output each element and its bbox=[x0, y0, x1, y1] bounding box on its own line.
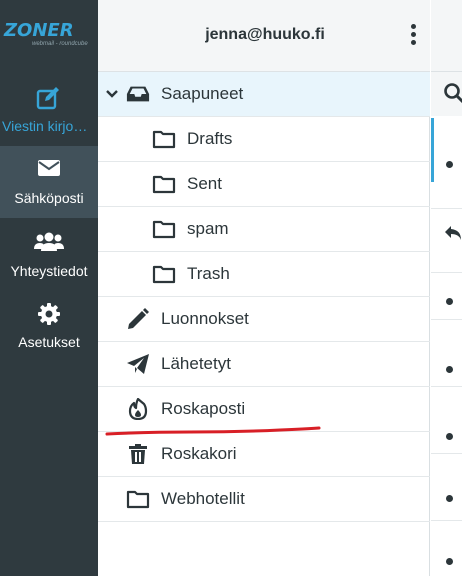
folder-spam[interactable]: spam bbox=[98, 207, 430, 252]
trash-icon bbox=[126, 443, 150, 465]
folder-panel: jenna@huuko.fi Saapuneet Drafts Sent spa… bbox=[98, 0, 430, 576]
message-item[interactable] bbox=[446, 433, 453, 440]
folder-label: Roskakori bbox=[161, 444, 237, 463]
divider bbox=[431, 272, 462, 273]
compose-icon bbox=[0, 86, 98, 110]
reply-icon[interactable] bbox=[443, 224, 462, 242]
folder-label: Webhotellit bbox=[161, 489, 245, 508]
folder-list: Saapuneet Drafts Sent spam Trash Luonnok… bbox=[98, 72, 430, 522]
nav-mail-button[interactable]: Sähköposti bbox=[0, 146, 98, 218]
folder-drafts[interactable]: Drafts bbox=[98, 117, 430, 162]
gear-icon bbox=[0, 302, 98, 326]
folder-icon bbox=[152, 218, 176, 240]
divider bbox=[431, 386, 462, 387]
folder-webhotels[interactable]: Webhotellit bbox=[98, 477, 430, 522]
folder-icon bbox=[152, 173, 176, 195]
folder-trash[interactable]: Roskakori bbox=[98, 432, 430, 477]
account-email: jenna@huuko.fi bbox=[205, 26, 325, 43]
divider bbox=[431, 208, 462, 209]
nav-contacts-button[interactable]: Yhteystiedot bbox=[0, 219, 98, 291]
folder-label: Trash bbox=[187, 264, 230, 283]
users-icon bbox=[0, 231, 98, 255]
folder-junk[interactable]: Roskaposti bbox=[98, 387, 430, 432]
message-item[interactable] bbox=[446, 495, 453, 502]
nav-settings-label: Asetukset bbox=[18, 334, 80, 350]
message-item[interactable] bbox=[446, 298, 453, 305]
nav-settings-button[interactable]: Asetukset bbox=[0, 290, 98, 362]
folder-icon bbox=[152, 263, 176, 285]
divider bbox=[431, 453, 462, 454]
folder-label: Lähetetyt bbox=[161, 354, 231, 373]
fire-icon bbox=[126, 398, 150, 420]
folder-label: Roskaposti bbox=[161, 399, 246, 418]
folder-icon bbox=[126, 488, 150, 510]
folder-inbox[interactable]: Saapuneet bbox=[98, 72, 430, 117]
message-list-panel bbox=[431, 0, 462, 576]
logo-subtitle: webmail - roundcube bbox=[32, 41, 88, 47]
logo[interactable]: ZONER webmail - roundcube bbox=[0, 0, 98, 72]
divider bbox=[431, 319, 462, 320]
folder-label: Luonnokset bbox=[161, 309, 249, 328]
folder-label: Drafts bbox=[187, 129, 233, 148]
message-item[interactable] bbox=[446, 558, 453, 565]
folder-trash-sub[interactable]: Trash bbox=[98, 252, 430, 297]
nav-compose-button[interactable]: Viestin kirjo… bbox=[0, 74, 98, 146]
folder-sent-fi[interactable]: Lähetetyt bbox=[98, 342, 430, 387]
folder-drafts-fi[interactable]: Luonnokset bbox=[98, 297, 430, 342]
folder-label: spam bbox=[187, 219, 229, 238]
chevron-down-icon[interactable] bbox=[105, 87, 119, 101]
kebab-menu-icon[interactable] bbox=[406, 24, 420, 48]
envelope-icon bbox=[0, 158, 98, 182]
divider bbox=[431, 520, 462, 521]
selected-message-indicator bbox=[431, 118, 434, 182]
search-bar[interactable] bbox=[431, 72, 462, 116]
pencil-icon bbox=[126, 308, 150, 330]
main-navigation: ZONER webmail - roundcube Viestin kirjo…… bbox=[0, 0, 98, 576]
nav-compose-label: Viestin kirjo… bbox=[2, 118, 88, 134]
message-item[interactable] bbox=[446, 161, 453, 168]
folder-label: Sent bbox=[187, 174, 222, 193]
paper-plane-icon bbox=[126, 353, 150, 375]
nav-mail-label: Sähköposti bbox=[14, 190, 84, 206]
message-list-header bbox=[431, 0, 462, 72]
nav-contacts-label: Yhteystiedot bbox=[10, 263, 88, 279]
folder-sent[interactable]: Sent bbox=[98, 162, 430, 207]
search-icon[interactable] bbox=[443, 82, 462, 104]
inbox-icon bbox=[126, 83, 150, 105]
logo-text: ZONER bbox=[4, 20, 74, 41]
folder-icon bbox=[152, 128, 176, 150]
folder-panel-header: jenna@huuko.fi bbox=[98, 0, 430, 72]
message-item[interactable] bbox=[446, 366, 453, 373]
folder-label: Saapuneet bbox=[161, 84, 244, 103]
